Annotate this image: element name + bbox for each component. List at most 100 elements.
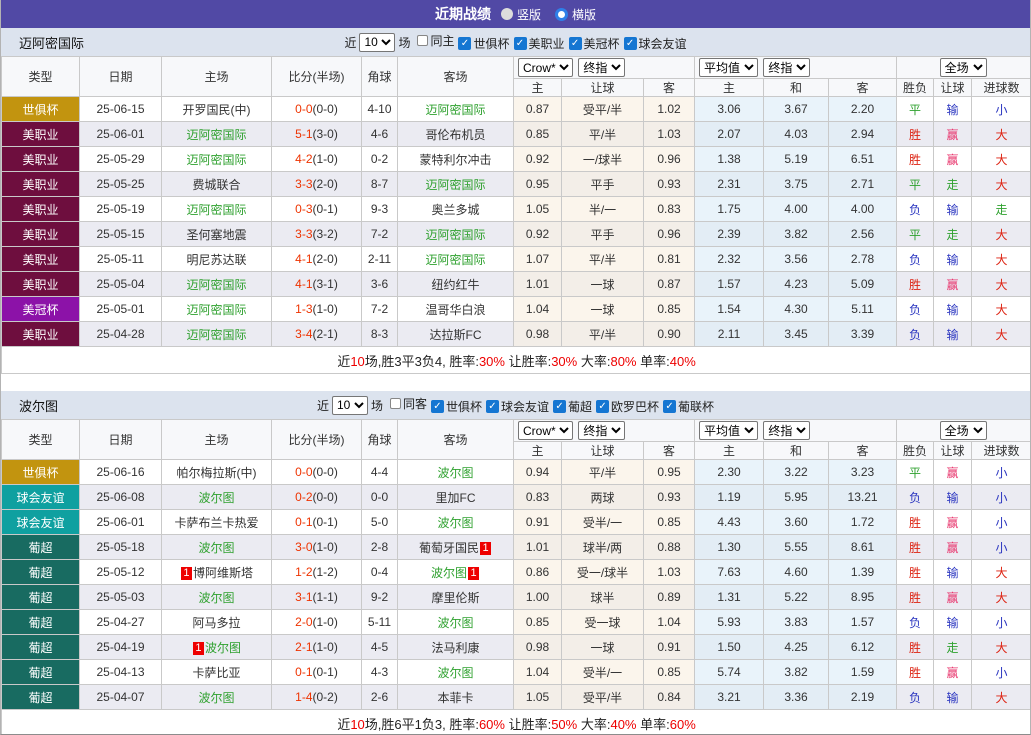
team-label: 圣何塞地震: [186, 228, 246, 242]
away-team[interactable]: 迈阿密国际: [398, 247, 514, 272]
checked-checkbox-icon[interactable]: ✓: [663, 400, 676, 413]
checked-checkbox-icon[interactable]: ✓: [553, 400, 566, 413]
checked-checkbox-icon[interactable]: ✓: [486, 400, 499, 413]
average-select[interactable]: 平均值: [699, 421, 758, 440]
filter-checkbox[interactable]: ✓葡超: [553, 398, 592, 415]
home-team[interactable]: 迈阿密国际: [162, 297, 272, 322]
filter-checkbox[interactable]: ✓美冠杯: [569, 35, 620, 52]
home-team[interactable]: 阿马多拉: [162, 610, 272, 635]
home-team[interactable]: 卡萨比亚: [162, 660, 272, 685]
league-badge: 美职业: [2, 272, 80, 297]
filter-checkbox[interactable]: ✓球会友谊: [624, 35, 687, 52]
away-team[interactable]: 里加FC: [398, 485, 514, 510]
filter-label: 欧罗巴杯: [611, 398, 659, 415]
filter-checkbox[interactable]: 同客: [390, 395, 427, 412]
league-badge: 葡超: [2, 535, 80, 560]
away-team[interactable]: 本菲卡: [398, 685, 514, 710]
home-team[interactable]: 波尔图: [162, 685, 272, 710]
layout-radio-vertical[interactable]: 竖版: [501, 6, 541, 23]
home-team[interactable]: 明尼苏达联: [162, 247, 272, 272]
away-team[interactable]: 蒙特利尔冲击: [398, 147, 514, 172]
layout-radio-horizontal[interactable]: 横版: [555, 6, 596, 23]
average-select[interactable]: 平均值: [699, 58, 758, 77]
checked-checkbox-icon[interactable]: ✓: [514, 37, 527, 50]
match-count-select[interactable]: 10: [359, 33, 395, 52]
bookmaker-select[interactable]: Crow*: [518, 421, 573, 440]
away-team[interactable]: 迈阿密国际: [398, 222, 514, 247]
home-team[interactable]: 波尔图: [162, 535, 272, 560]
odds-time-select[interactable]: 终指: [578, 421, 625, 440]
result-handicap: 输: [934, 297, 972, 322]
home-team[interactable]: 迈阿密国际: [162, 122, 272, 147]
odds-time-select[interactable]: 终指: [578, 58, 625, 77]
checked-checkbox-icon[interactable]: ✓: [569, 37, 582, 50]
league-filter-checkboxes: 同主✓世俱杯✓美职业✓美冠杯✓球会友谊: [413, 32, 686, 52]
radio-vertical-label: 竖版: [517, 6, 541, 23]
crow-home-odds: 1.04: [514, 660, 562, 685]
scope-select[interactable]: 全场: [940, 421, 987, 440]
home-team[interactable]: 波尔图: [162, 585, 272, 610]
bookmaker-select[interactable]: Crow*: [518, 58, 573, 77]
filter-checkbox[interactable]: ✓欧罗巴杯: [596, 398, 659, 415]
home-team[interactable]: 迈阿密国际: [162, 322, 272, 347]
home-team[interactable]: 1博阿维斯塔: [162, 560, 272, 585]
home-team[interactable]: 迈阿密国际: [162, 197, 272, 222]
filter-checkbox[interactable]: ✓世俱杯: [458, 35, 509, 52]
corner-count: 5-0: [362, 510, 398, 535]
away-team[interactable]: 温哥华白浪: [398, 297, 514, 322]
unchecked-checkbox-icon[interactable]: [417, 35, 428, 46]
away-team[interactable]: 波尔图: [398, 510, 514, 535]
away-team[interactable]: 波尔图: [398, 660, 514, 685]
away-team[interactable]: 迈阿密国际: [398, 172, 514, 197]
away-team[interactable]: 葡萄牙国民1: [398, 535, 514, 560]
score: 3-4(2-1): [272, 322, 362, 347]
checked-checkbox-icon[interactable]: ✓: [596, 400, 609, 413]
checked-checkbox-icon[interactable]: ✓: [431, 400, 444, 413]
filter-checkbox[interactable]: ✓葡联杯: [663, 398, 714, 415]
scope-select[interactable]: 全场: [940, 58, 987, 77]
filter-checkbox[interactable]: ✓美职业: [514, 35, 565, 52]
avg-away-odds: 3.39: [829, 322, 897, 347]
away-team[interactable]: 波尔图: [398, 460, 514, 485]
home-team[interactable]: 费城联合: [162, 172, 272, 197]
away-team[interactable]: 达拉斯FC: [398, 322, 514, 347]
filter-checkbox[interactable]: ✓世俱杯: [431, 398, 482, 415]
unchecked-checkbox-icon[interactable]: [390, 398, 401, 409]
result-winlose: 平: [897, 97, 934, 122]
radio-unselected-icon[interactable]: [501, 8, 513, 20]
avg-away-odds: 1.39: [829, 560, 897, 585]
home-team[interactable]: 圣何塞地震: [162, 222, 272, 247]
avg-time-select[interactable]: 终指: [763, 58, 810, 77]
radio-selected-icon[interactable]: [555, 8, 568, 21]
summary-part: 60%: [670, 717, 696, 732]
home-team[interactable]: 1波尔图: [162, 635, 272, 660]
away-team[interactable]: 摩里伦斯: [398, 585, 514, 610]
filter-checkbox[interactable]: ✓球会友谊: [486, 398, 549, 415]
col-corner: 角球: [362, 57, 398, 97]
away-team[interactable]: 哥伦布机员: [398, 122, 514, 147]
away-team[interactable]: 奥兰多城: [398, 197, 514, 222]
home-team[interactable]: 波尔图: [162, 485, 272, 510]
checked-checkbox-icon[interactable]: ✓: [458, 37, 471, 50]
away-team[interactable]: 波尔图: [398, 610, 514, 635]
home-team[interactable]: 卡萨布兰卡热爱: [162, 510, 272, 535]
filter-label: 葡联杯: [678, 398, 714, 415]
match-count-select[interactable]: 10: [332, 396, 368, 415]
avg-time-select[interactable]: 终指: [763, 421, 810, 440]
filter-label: 球会友谊: [639, 35, 687, 52]
home-team[interactable]: 迈阿密国际: [162, 272, 272, 297]
away-team[interactable]: 迈阿密国际: [398, 97, 514, 122]
summary-part: 单率:: [637, 354, 670, 369]
away-team[interactable]: 法马利康: [398, 635, 514, 660]
summary-part: 大率:: [577, 717, 610, 732]
home-team[interactable]: 迈阿密国际: [162, 147, 272, 172]
home-team[interactable]: 帕尔梅拉斯(中): [162, 460, 272, 485]
filter-checkbox[interactable]: 同主: [417, 32, 454, 49]
average-select-group: 平均值 终指: [695, 420, 897, 442]
checked-checkbox-icon[interactable]: ✓: [624, 37, 637, 50]
team-label: 波尔图: [198, 591, 234, 605]
away-team[interactable]: 波尔图1: [398, 560, 514, 585]
home-team[interactable]: 开罗国民(中): [162, 97, 272, 122]
radio-horizontal-label: 横版: [572, 6, 596, 23]
away-team[interactable]: 纽约红牛: [398, 272, 514, 297]
